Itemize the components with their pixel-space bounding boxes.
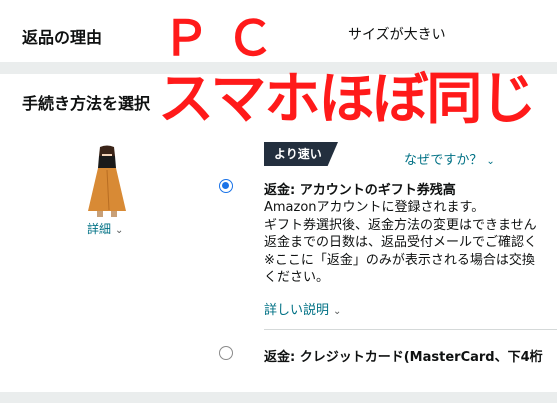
return-reason-label: 返品の理由 <box>22 28 103 47</box>
faster-badge: より速い <box>264 142 338 166</box>
chevron-down-icon: ⌄ <box>333 306 342 317</box>
overlay-text-main: スマホほぼ同じ <box>158 67 536 132</box>
details-label: 詳細 <box>87 222 112 236</box>
credit-card-refund-title[interactable]: 返金: クレジットカード(MasterCard、下4桁 <box>264 346 543 365</box>
option-title-prefix: 返金: <box>264 350 296 365</box>
description-line: ※ここに「返金」のみが表示される場合は交換 <box>264 252 535 268</box>
product-image <box>88 145 126 217</box>
description-line: ください。 <box>264 270 330 285</box>
chevron-down-icon: ⌄ <box>115 225 124 236</box>
gift-card-refund-title[interactable]: 返金: アカウントのギフト券残高 <box>264 179 456 198</box>
option-title-text: アカウントのギフト券残高 <box>299 183 456 198</box>
gift-card-refund-radio[interactable] <box>219 179 233 193</box>
method-section-title: 手続き方法を選択 <box>22 94 151 113</box>
option-divider <box>264 329 557 330</box>
description-line: Amazonアカウントに登録されます。 <box>264 200 485 215</box>
description-line: ギフト券選択後、返金方法の変更はできません <box>264 217 537 233</box>
return-reason-value: サイズが大きい <box>348 27 446 43</box>
more-label: 詳しい説明 <box>264 303 330 318</box>
credit-card-refund-radio[interactable] <box>219 346 233 360</box>
overlay-text-pc: ＰＣ <box>162 11 291 67</box>
gift-card-refund-description: Amazonアカウントに登録されます。 ギフト券選択後、返金方法の変更はできませ… <box>264 199 557 287</box>
product-details-link[interactable]: 詳細 ⌄ <box>87 220 123 237</box>
option-title-text: クレジットカード(MasterCard、下4桁 <box>299 350 543 365</box>
option-title-prefix: 返金: <box>264 183 296 198</box>
description-line: 返金までの日数は、返品受付メールでご確認く <box>264 235 538 250</box>
why-link[interactable]: なぜですか？ ⌄ <box>404 149 495 168</box>
why-label: なぜですか？ <box>404 153 483 168</box>
chevron-down-icon: ⌄ <box>486 156 495 167</box>
detailed-explanation-link[interactable]: 詳しい説明 ⌄ <box>264 299 341 318</box>
